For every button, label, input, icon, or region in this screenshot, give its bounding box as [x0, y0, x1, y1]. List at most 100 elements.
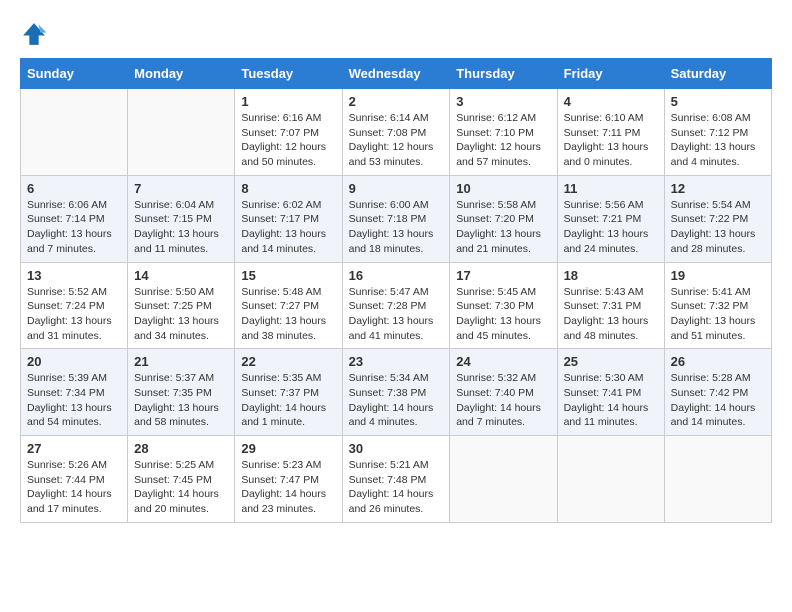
calendar-day-cell: 20Sunrise: 5:39 AM Sunset: 7:34 PM Dayli… — [21, 349, 128, 436]
calendar-week-row: 20Sunrise: 5:39 AM Sunset: 7:34 PM Dayli… — [21, 349, 772, 436]
day-info: Sunrise: 5:45 AM Sunset: 7:30 PM Dayligh… — [456, 285, 550, 344]
calendar-week-row: 6 Sunrise: 6:06 AM Sunset: 7:14 PM Daylig… — [21, 175, 772, 262]
day-info: Sunrise: 6:06 AM Sunset: 7:14 PM Dayligh… — [27, 198, 121, 257]
day-info: Sunrise: 5:26 AM Sunset: 7:44 PM Dayligh… — [27, 458, 121, 517]
calendar-day-cell: 30 Sunrise: 5:21 AM Sunset: 7:48 PM Dayli… — [342, 436, 450, 523]
day-info: Sunrise: 6:16 AM Sunset: 7:07 PM Dayligh… — [241, 111, 335, 170]
day-of-week-header: Tuesday — [235, 59, 342, 89]
calendar-day-cell: 8 Sunrise: 6:02 AM Sunset: 7:17 PM Daylig… — [235, 175, 342, 262]
day-info: Sunrise: 6:02 AM Sunset: 7:17 PM Dayligh… — [241, 198, 335, 257]
day-number: 29 — [241, 441, 335, 456]
day-number: 13 — [27, 268, 121, 283]
calendar-empty-cell — [557, 436, 664, 523]
day-info: Sunrise: 5:54 AM Sunset: 7:22 PM Dayligh… — [671, 198, 765, 257]
day-number: 14 — [134, 268, 228, 283]
day-info: Sunrise: 5:34 AM Sunset: 7:38 PM Dayligh… — [349, 371, 444, 430]
calendar-table: SundayMondayTuesdayWednesdayThursdayFrid… — [20, 58, 772, 523]
day-info: Sunrise: 5:52 AM Sunset: 7:24 PM Dayligh… — [27, 285, 121, 344]
calendar-day-cell: 7 Sunrise: 6:04 AM Sunset: 7:15 PM Daylig… — [128, 175, 235, 262]
day-of-week-header: Thursday — [450, 59, 557, 89]
day-number: 18 — [564, 268, 658, 283]
calendar-day-cell: 9 Sunrise: 6:00 AM Sunset: 7:18 PM Daylig… — [342, 175, 450, 262]
calendar-week-row: 27 Sunrise: 5:26 AM Sunset: 7:44 PM Dayli… — [21, 436, 772, 523]
day-number: 16 — [349, 268, 444, 283]
day-number: 8 — [241, 181, 335, 196]
day-number: 26 — [671, 354, 765, 369]
calendar-day-cell: 1Sunrise: 6:16 AM Sunset: 7:07 PM Daylig… — [235, 89, 342, 176]
calendar-day-cell: 16 Sunrise: 5:47 AM Sunset: 7:28 PM Dayli… — [342, 262, 450, 349]
day-number: 15 — [241, 268, 335, 283]
day-number: 21 — [134, 354, 228, 369]
day-number: 22 — [241, 354, 335, 369]
calendar-day-cell: 3 Sunrise: 6:12 AM Sunset: 7:10 PM Daylig… — [450, 89, 557, 176]
day-number: 5 — [671, 94, 765, 109]
calendar-day-cell: 12Sunrise: 5:54 AM Sunset: 7:22 PM Dayli… — [664, 175, 771, 262]
day-number: 27 — [27, 441, 121, 456]
day-info: Sunrise: 5:48 AM Sunset: 7:27 PM Dayligh… — [241, 285, 335, 344]
day-info: Sunrise: 5:41 AM Sunset: 7:32 PM Dayligh… — [671, 285, 765, 344]
logo-icon — [20, 20, 48, 48]
day-number: 7 — [134, 181, 228, 196]
day-info: Sunrise: 5:58 AM Sunset: 7:20 PM Dayligh… — [456, 198, 550, 257]
day-number: 6 — [27, 181, 121, 196]
day-info: Sunrise: 6:12 AM Sunset: 7:10 PM Dayligh… — [456, 111, 550, 170]
page-header — [20, 20, 772, 48]
calendar-empty-cell — [664, 436, 771, 523]
day-info: Sunrise: 6:00 AM Sunset: 7:18 PM Dayligh… — [349, 198, 444, 257]
day-number: 11 — [564, 181, 658, 196]
day-info: Sunrise: 6:08 AM Sunset: 7:12 PM Dayligh… — [671, 111, 765, 170]
day-info: Sunrise: 6:14 AM Sunset: 7:08 PM Dayligh… — [349, 111, 444, 170]
day-info: Sunrise: 5:25 AM Sunset: 7:45 PM Dayligh… — [134, 458, 228, 517]
logo — [20, 20, 52, 48]
day-number: 2 — [349, 94, 444, 109]
day-number: 9 — [349, 181, 444, 196]
day-info: Sunrise: 5:28 AM Sunset: 7:42 PM Dayligh… — [671, 371, 765, 430]
day-info: Sunrise: 5:35 AM Sunset: 7:37 PM Dayligh… — [241, 371, 335, 430]
calendar-day-cell: 28 Sunrise: 5:25 AM Sunset: 7:45 PM Dayli… — [128, 436, 235, 523]
day-number: 3 — [456, 94, 550, 109]
day-info: Sunrise: 5:39 AM Sunset: 7:34 PM Dayligh… — [27, 371, 121, 430]
day-of-week-header: Saturday — [664, 59, 771, 89]
day-info: Sunrise: 5:30 AM Sunset: 7:41 PM Dayligh… — [564, 371, 658, 430]
calendar-day-cell: 13 Sunrise: 5:52 AM Sunset: 7:24 PM Dayli… — [21, 262, 128, 349]
day-of-week-header: Wednesday — [342, 59, 450, 89]
calendar-week-row: 1Sunrise: 6:16 AM Sunset: 7:07 PM Daylig… — [21, 89, 772, 176]
calendar-day-cell: 14Sunrise: 5:50 AM Sunset: 7:25 PM Dayli… — [128, 262, 235, 349]
day-of-week-header: Friday — [557, 59, 664, 89]
calendar-header-row: SundayMondayTuesdayWednesdayThursdayFrid… — [21, 59, 772, 89]
calendar-day-cell: 22 Sunrise: 5:35 AM Sunset: 7:37 PM Dayli… — [235, 349, 342, 436]
day-info: Sunrise: 5:43 AM Sunset: 7:31 PM Dayligh… — [564, 285, 658, 344]
calendar-empty-cell — [21, 89, 128, 176]
day-info: Sunrise: 5:37 AM Sunset: 7:35 PM Dayligh… — [134, 371, 228, 430]
day-info: Sunrise: 5:23 AM Sunset: 7:47 PM Dayligh… — [241, 458, 335, 517]
calendar-empty-cell — [450, 436, 557, 523]
day-number: 28 — [134, 441, 228, 456]
calendar-day-cell: 27 Sunrise: 5:26 AM Sunset: 7:44 PM Dayli… — [21, 436, 128, 523]
calendar-day-cell: 17 Sunrise: 5:45 AM Sunset: 7:30 PM Dayli… — [450, 262, 557, 349]
calendar-day-cell: 25 Sunrise: 5:30 AM Sunset: 7:41 PM Dayli… — [557, 349, 664, 436]
day-number: 30 — [349, 441, 444, 456]
day-info: Sunrise: 6:04 AM Sunset: 7:15 PM Dayligh… — [134, 198, 228, 257]
day-of-week-header: Sunday — [21, 59, 128, 89]
calendar-day-cell: 23 Sunrise: 5:34 AM Sunset: 7:38 PM Dayli… — [342, 349, 450, 436]
calendar-day-cell: 10 Sunrise: 5:58 AM Sunset: 7:20 PM Dayli… — [450, 175, 557, 262]
calendar-day-cell: 19 Sunrise: 5:41 AM Sunset: 7:32 PM Dayli… — [664, 262, 771, 349]
day-number: 17 — [456, 268, 550, 283]
day-info: Sunrise: 5:47 AM Sunset: 7:28 PM Dayligh… — [349, 285, 444, 344]
calendar-day-cell: 2 Sunrise: 6:14 AM Sunset: 7:08 PM Daylig… — [342, 89, 450, 176]
calendar-day-cell: 29 Sunrise: 5:23 AM Sunset: 7:47 PM Dayli… — [235, 436, 342, 523]
calendar-day-cell: 18 Sunrise: 5:43 AM Sunset: 7:31 PM Dayli… — [557, 262, 664, 349]
calendar-empty-cell — [128, 89, 235, 176]
day-number: 4 — [564, 94, 658, 109]
day-info: Sunrise: 5:21 AM Sunset: 7:48 PM Dayligh… — [349, 458, 444, 517]
day-number: 10 — [456, 181, 550, 196]
day-number: 25 — [564, 354, 658, 369]
calendar-day-cell: 24Sunrise: 5:32 AM Sunset: 7:40 PM Dayli… — [450, 349, 557, 436]
day-info: Sunrise: 5:32 AM Sunset: 7:40 PM Dayligh… — [456, 371, 550, 430]
day-number: 19 — [671, 268, 765, 283]
calendar-week-row: 13 Sunrise: 5:52 AM Sunset: 7:24 PM Dayli… — [21, 262, 772, 349]
day-number: 23 — [349, 354, 444, 369]
calendar-day-cell: 5 Sunrise: 6:08 AM Sunset: 7:12 PM Daylig… — [664, 89, 771, 176]
day-of-week-header: Monday — [128, 59, 235, 89]
calendar-day-cell: 11Sunrise: 5:56 AM Sunset: 7:21 PM Dayli… — [557, 175, 664, 262]
